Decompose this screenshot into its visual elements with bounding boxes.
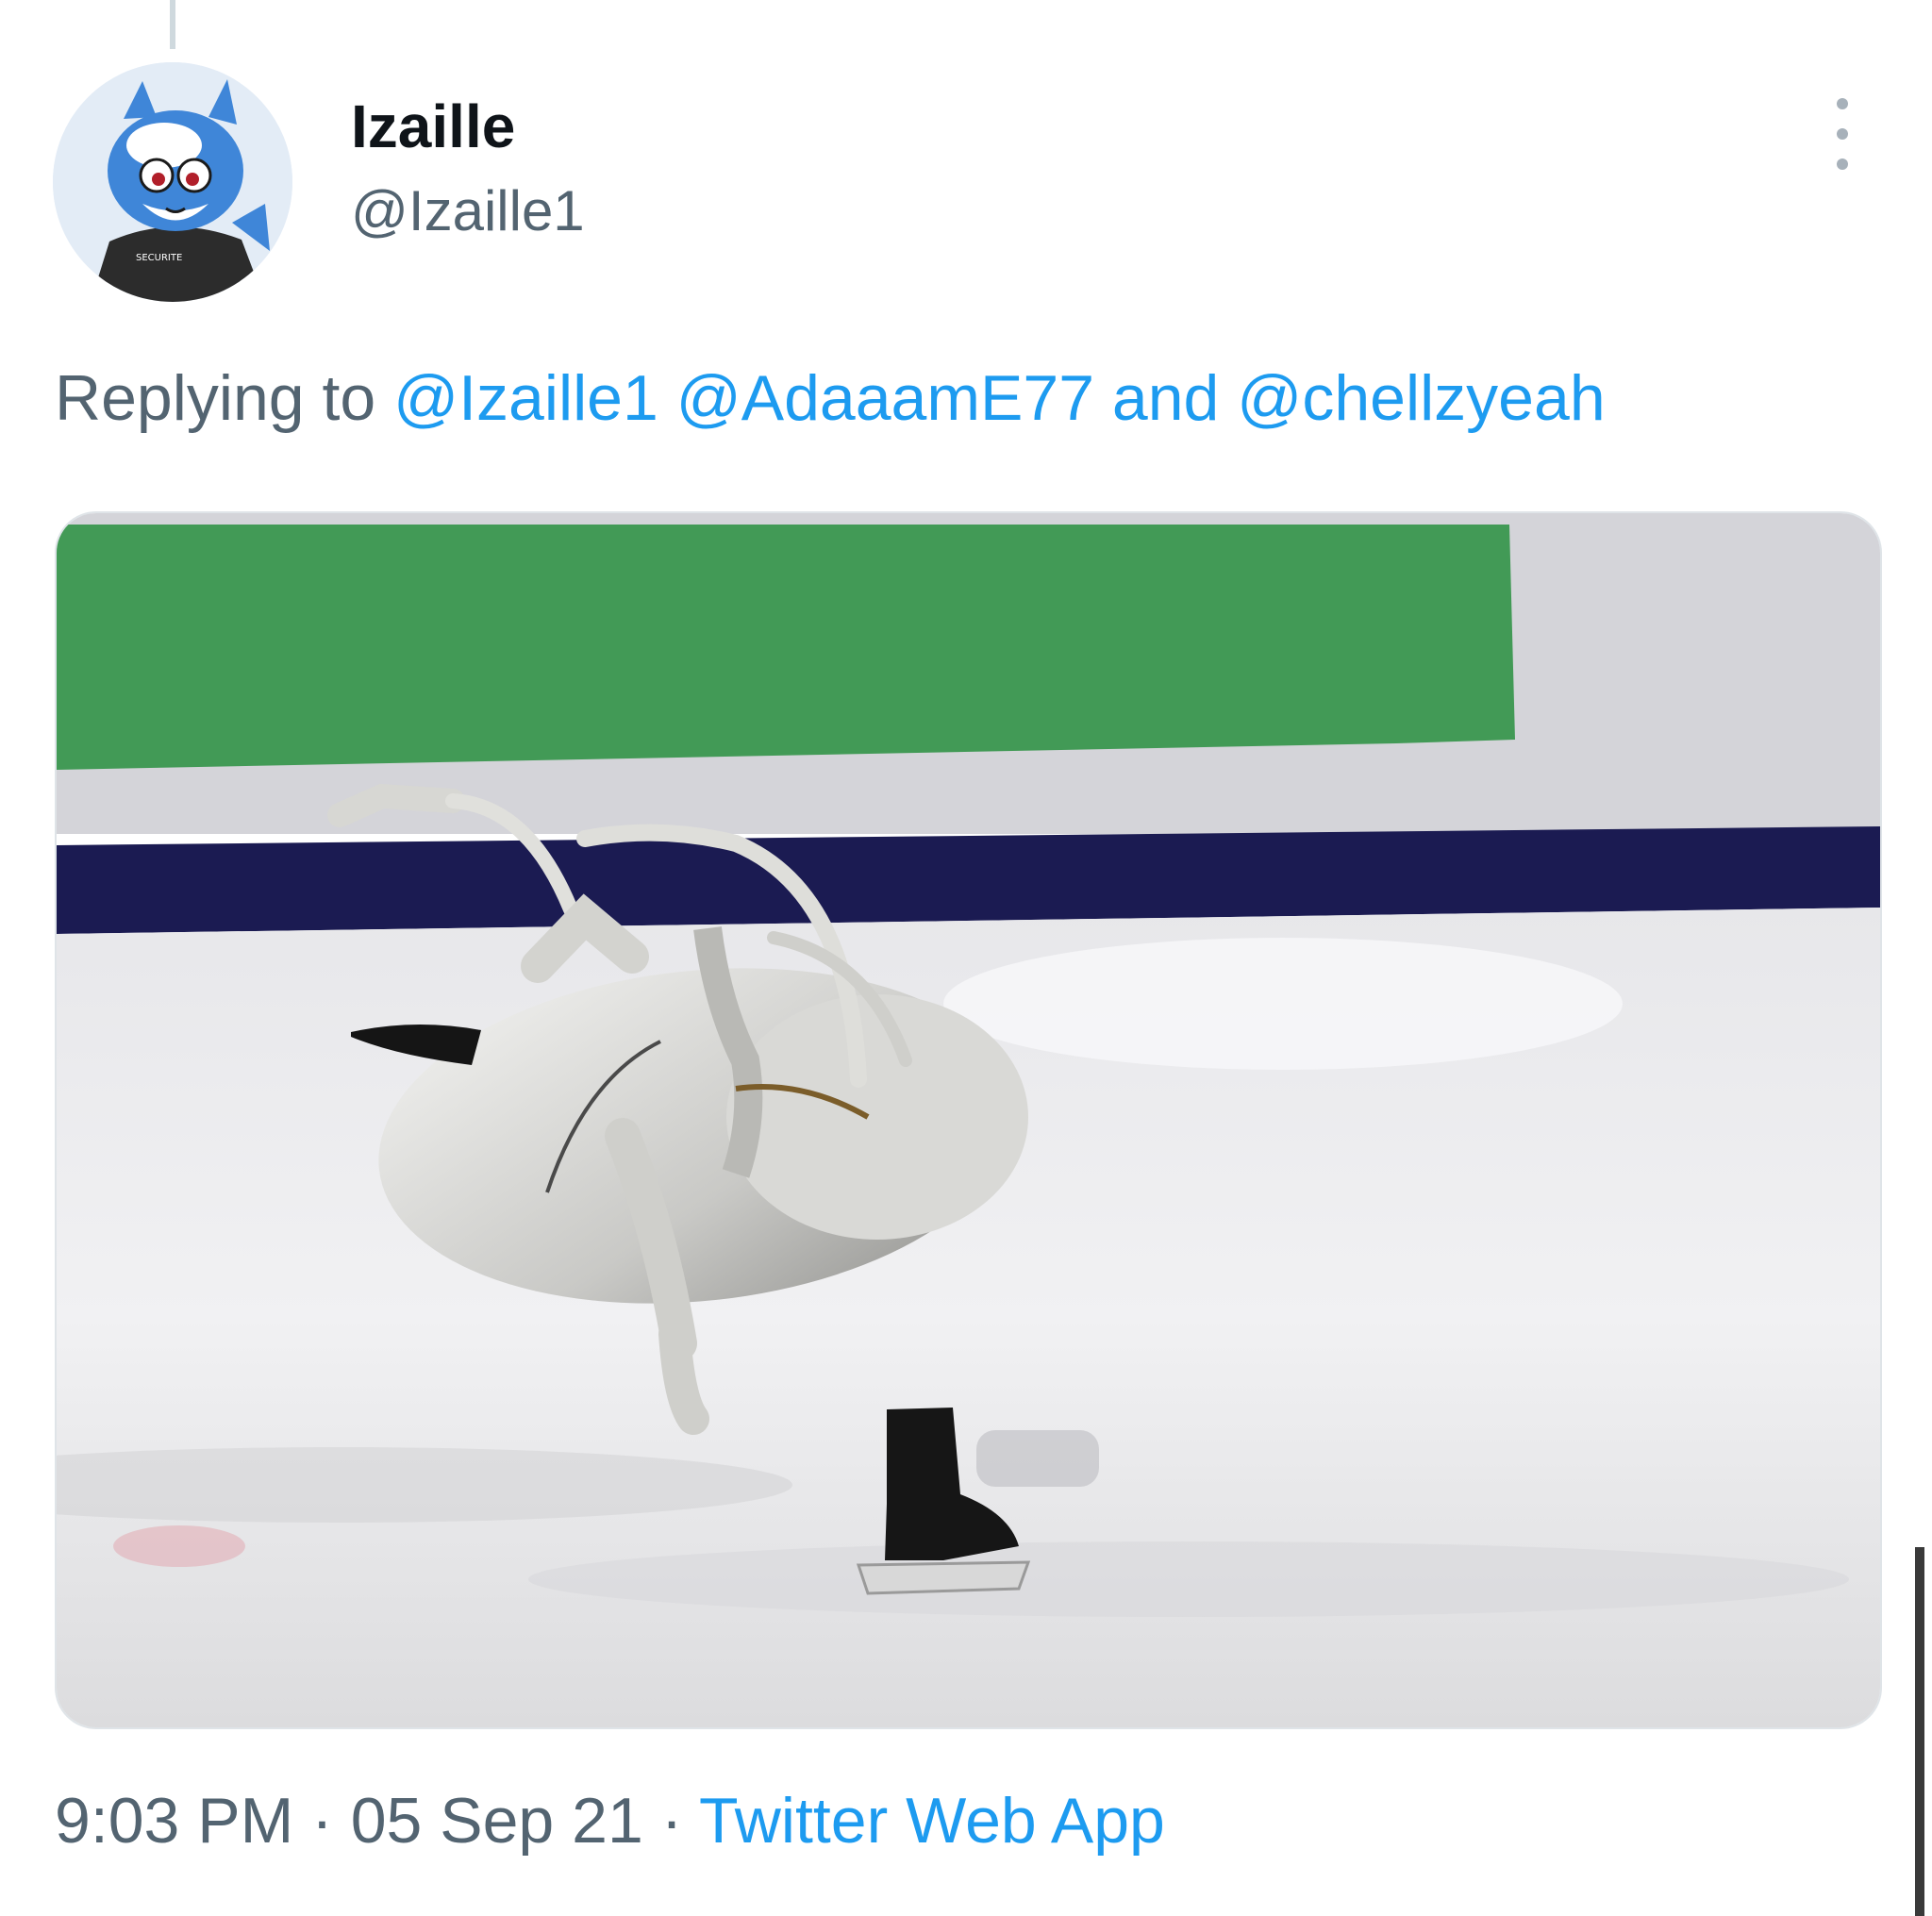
- meta-separator: ·: [660, 1785, 683, 1857]
- tweet-time[interactable]: 9:03 PM: [55, 1785, 293, 1857]
- more-vertical-icon[interactable]: [1821, 98, 1864, 170]
- mention-link[interactable]: @chellzyeah: [1237, 362, 1605, 434]
- mention-conjunction: and: [1111, 362, 1220, 434]
- display-name[interactable]: Izaille: [351, 91, 585, 162]
- replying-to-line: Replying to @Izaille1 @AdaaamE77 and @ch…: [55, 360, 1606, 436]
- user-handle[interactable]: @Izaille1: [351, 175, 585, 247]
- tweet-author[interactable]: Izaille @Izaille1: [351, 91, 585, 247]
- tweet-metadata: 9:03 PM · 05 Sep 21 · Twitter Web App: [55, 1783, 1165, 1858]
- scrollbar-thumb[interactable]: [1915, 1547, 1924, 1916]
- media-illustration: [57, 513, 1880, 1727]
- mention-link[interactable]: @Izaille1: [393, 362, 658, 434]
- svg-text:SECURITE: SECURITE: [136, 253, 182, 263]
- mention-link[interactable]: @AdaaamE77: [676, 362, 1094, 434]
- thread-connector-line: [170, 0, 175, 49]
- tweet-media-image[interactable]: [55, 511, 1882, 1729]
- avatar-image: SECURITE: [53, 62, 292, 302]
- tweet-date[interactable]: 05 Sep 21: [351, 1785, 643, 1857]
- tweet-source-link[interactable]: Twitter Web App: [699, 1785, 1165, 1857]
- replying-to-label: Replying to: [55, 362, 376, 434]
- meta-separator: ·: [311, 1785, 333, 1857]
- avatar[interactable]: SECURITE: [53, 62, 292, 302]
